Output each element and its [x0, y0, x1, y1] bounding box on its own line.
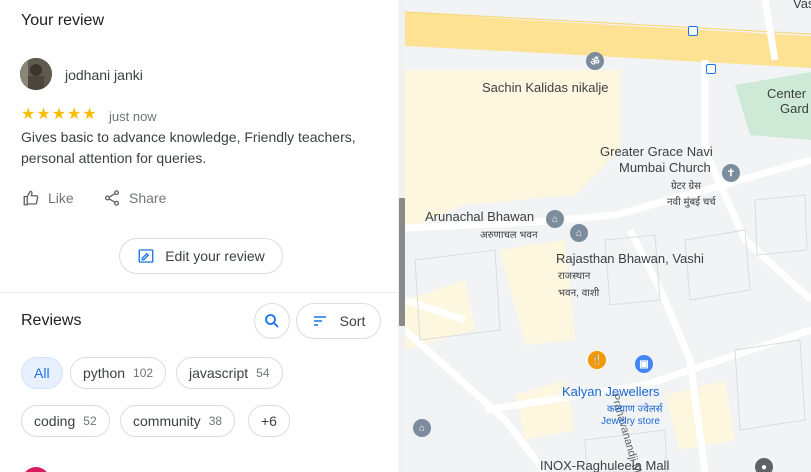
- chip-more[interactable]: +6: [248, 405, 290, 437]
- map-label-rajasthan[interactable]: Rajasthan Bhawan, Vashi: [556, 251, 704, 266]
- chip-label: coding: [34, 413, 76, 429]
- star-icon: ★: [82, 106, 97, 123]
- chip-label: python: [83, 365, 126, 381]
- sort-button[interactable]: Sort: [296, 303, 381, 339]
- edit-review-label: Edit your review: [165, 248, 265, 264]
- avatar[interactable]: [20, 58, 52, 90]
- map-label-sachin[interactable]: Sachin Kalidas nikalje: [482, 80, 608, 95]
- place-reviews-panel: Your review jodhani janki ★ ★ ★ ★ ★ just…: [0, 0, 400, 472]
- your-review-heading: Your review: [21, 12, 105, 29]
- landmark-icon[interactable]: ⌂: [546, 210, 564, 228]
- search-icon: [265, 314, 279, 328]
- landmark-icon[interactable]: ⌂: [570, 224, 588, 242]
- map-label-arunachal-hi: अरुणाचल भवन: [480, 230, 538, 241]
- location-icon[interactable]: ●: [755, 458, 773, 472]
- map-label-center[interactable]: Center: [767, 86, 806, 101]
- chip-count: 102: [133, 366, 154, 380]
- sort-label: Sort: [339, 313, 366, 329]
- chip-label: All: [34, 365, 50, 381]
- chip-community[interactable]: community 38: [120, 405, 236, 437]
- map-label-kalyan-hi: कल्याण ज्वेलर्स: [607, 404, 663, 415]
- chip-all[interactable]: All: [21, 357, 63, 389]
- share-icon: [104, 190, 120, 206]
- chip-python[interactable]: python 102: [70, 357, 167, 389]
- sort-icon: [313, 316, 326, 326]
- map-label-rajasthan-hi-2: भवन, वाशी: [558, 288, 600, 299]
- like-button[interactable]: Like: [22, 189, 74, 207]
- reviews-heading: Reviews: [21, 312, 82, 329]
- map-label-greater-grace-hi-2: नवी मुंबई चर्च: [667, 197, 716, 208]
- map-label-greater-grace[interactable]: Greater Grace Navi: [600, 144, 713, 159]
- shopping-icon[interactable]: ▣: [635, 355, 653, 373]
- like-label: Like: [48, 190, 74, 206]
- map-label-kalyan[interactable]: Kalyan Jewellers: [562, 384, 660, 399]
- temple-icon[interactable]: ॐ: [586, 52, 604, 70]
- search-reviews-button[interactable]: [254, 303, 290, 339]
- bus-stop-icon[interactable]: [688, 26, 698, 36]
- star-icon: ★: [36, 106, 51, 123]
- chip-javascript[interactable]: javascript 54: [176, 357, 283, 389]
- bus-stop-icon[interactable]: [706, 64, 716, 74]
- restaurant-icon[interactable]: 🍴: [588, 351, 606, 369]
- share-button[interactable]: Share: [103, 189, 166, 207]
- map-label-vas[interactable]: Vas: [793, 0, 811, 11]
- thumb-up-icon: [23, 190, 39, 206]
- chip-label: javascript: [189, 365, 249, 381]
- map-view[interactable]: Sachin Kalidas nikalje ॐ Greater Grace N…: [405, 0, 811, 472]
- landmark-icon[interactable]: ⌂: [413, 419, 431, 437]
- map-label-greater-grace-2[interactable]: Mumbai Church: [619, 160, 711, 175]
- chip-count: 54: [256, 366, 270, 380]
- star-icon: ★: [67, 106, 82, 123]
- review-time: just now: [109, 109, 157, 124]
- chip-label: +6: [261, 413, 277, 429]
- map-label-arunachal[interactable]: Arunachal Bhawan: [425, 209, 534, 224]
- edit-review-button[interactable]: Edit your review: [119, 238, 283, 274]
- map-label-inox[interactable]: INOX-Raghuleela Mall: [540, 458, 669, 472]
- avatar[interactable]: [22, 467, 50, 472]
- map-label-jewelry-store: Jewelry store: [601, 416, 660, 427]
- star-icon: ★: [51, 106, 67, 123]
- edit-icon: [138, 249, 154, 263]
- review-text: Gives basic to advance knowledge, Friend…: [21, 129, 356, 166]
- map-label-greater-grace-hi: ग्रेटर ग्रेस: [671, 181, 701, 192]
- reviewer-name[interactable]: jodhani janki: [65, 67, 143, 83]
- church-icon[interactable]: ✝: [722, 164, 740, 182]
- section-divider: [0, 292, 400, 293]
- chip-label: community: [133, 413, 201, 429]
- chip-coding[interactable]: coding 52: [21, 405, 110, 437]
- star-rating: ★ ★ ★ ★ ★: [21, 106, 97, 124]
- map-label-rajasthan-hi: राजस्थान: [558, 271, 591, 282]
- chip-count: 52: [83, 414, 97, 428]
- map-label-center-2[interactable]: Gard: [780, 101, 809, 116]
- share-label: Share: [129, 190, 167, 206]
- star-icon: ★: [21, 106, 36, 123]
- chip-count: 38: [208, 414, 223, 428]
